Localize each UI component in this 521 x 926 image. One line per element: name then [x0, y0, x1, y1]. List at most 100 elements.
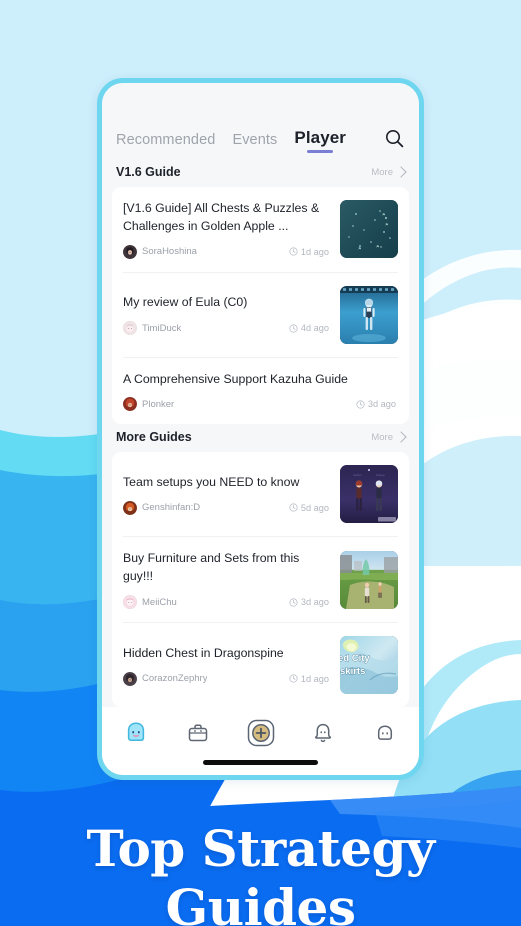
avatar	[123, 244, 137, 259]
guide-time-label: 4d ago	[300, 323, 329, 334]
section-title: V1.6 Guide	[116, 165, 181, 179]
add-plus-icon	[247, 719, 274, 746]
guide-meta: Plonker 3d ago	[123, 397, 398, 412]
guide-author: Genshinfan:D	[142, 502, 201, 514]
phone-screen: Recommended Events Player V1.6 Guide Mor…	[102, 83, 419, 775]
guide-meta: MeiiChu 3d ago	[123, 595, 331, 610]
guide-thumbnail[interactable]: ed City skirts	[340, 636, 398, 695]
section-header-more-guides: More Guides More	[102, 424, 419, 452]
list-item-content: Team setups you NEED to know Genshinfan:…	[123, 474, 331, 515]
profile-ghost-icon	[377, 725, 393, 740]
list-item[interactable]: Team setups you NEED to know Genshinfan:…	[123, 452, 398, 538]
list-item[interactable]: Buy Furniture and Sets from this guy!!!	[123, 537, 398, 624]
clock-icon	[289, 323, 298, 333]
active-tab-underline	[307, 149, 334, 153]
svg-text:Kaeya: Kaeya	[376, 473, 385, 477]
guide-author: SoraHoshina	[142, 246, 197, 258]
guide-card-v16: [V1.6 Guide] All Chests & Puzzles & Chal…	[112, 187, 409, 425]
avatar	[123, 397, 137, 412]
guide-title: Hidden Chest in Dragonspine	[123, 645, 284, 660]
guide-meta: CorazonZephry 1d ago	[123, 671, 331, 686]
section-header-v16-guide: V1.6 Guide More	[102, 159, 419, 187]
clock-icon	[356, 400, 365, 409]
tab-events[interactable]: Events	[232, 132, 277, 153]
avatar	[123, 671, 137, 686]
guide-thumbnail[interactable]: ⚑ ⚑ ⚑ ⚑	[340, 200, 398, 259]
guide-title: A Comprehensive Support Kazuha Guide	[123, 371, 348, 386]
list-item-content: [V1.6 Guide] All Chests & Puzzles & Chal…	[123, 200, 331, 259]
nav-item-add[interactable]	[245, 717, 277, 749]
list-item[interactable]: A Comprehensive Support Kazuha Guide Plo…	[123, 358, 398, 425]
tab-events-label: Events	[232, 132, 278, 148]
bottom-navigation-bar	[102, 707, 419, 751]
guide-meta: SoraHoshina 1d ago	[123, 244, 331, 259]
guide-timestamp: 3d ago	[356, 399, 398, 409]
svg-text:⚑: ⚑	[358, 246, 362, 251]
guide-thumbnail[interactable]: Aether Kaeya	[340, 465, 398, 524]
section-more-link[interactable]: More	[371, 431, 407, 443]
guide-time-label: 3d ago	[300, 597, 329, 608]
list-item-content: My review of Eula (C0) TimiDuck 4d ago	[123, 294, 331, 336]
top-tab-bar: Recommended Events Player	[102, 83, 419, 159]
guide-author: CorazonZephry	[142, 673, 208, 685]
tab-player[interactable]: Player	[294, 128, 346, 153]
home-indicator	[203, 760, 318, 765]
tab-player-label: Player	[294, 128, 347, 147]
guide-author: TimiDuck	[142, 322, 182, 334]
section-more-link[interactable]: More	[371, 165, 407, 178]
search-icon[interactable]	[383, 127, 405, 149]
guide-timestamp: 4d ago	[289, 323, 331, 333]
guide-title: My review of Eula (C0)	[123, 295, 248, 310]
promo-banner: Top Strategy Guides	[0, 795, 521, 926]
avatar	[123, 321, 137, 336]
nav-item-toolbox[interactable]	[182, 717, 214, 749]
section-more-label: More	[371, 166, 393, 178]
banner-headline: Top Strategy Guides	[86, 819, 435, 926]
guide-meta: TimiDuck 4d ago	[123, 321, 331, 336]
svg-text:⚑: ⚑	[385, 222, 389, 227]
nav-item-home[interactable]	[120, 717, 152, 749]
avatar	[123, 595, 137, 610]
guide-title: [V1.6 Guide] All Chests & Puzzles & Chal…	[123, 201, 320, 233]
clock-icon	[289, 247, 298, 256]
screenshot-stage: Recommended Events Player V1.6 Guide Mor…	[0, 0, 521, 926]
tab-recommended-label: Recommended	[116, 132, 216, 148]
svg-text:ed City: ed City	[340, 653, 370, 664]
guide-time-label: 5d ago	[300, 502, 329, 513]
guide-time-label: 1d ago	[300, 246, 329, 257]
svg-text:⚑: ⚑	[382, 212, 386, 217]
guide-timestamp: 1d ago	[289, 674, 331, 684]
nav-item-profile[interactable]	[369, 717, 401, 749]
guide-timestamp: 5d ago	[289, 503, 331, 513]
list-item-content: Hidden Chest in Dragonspine CorazonZephr…	[123, 645, 331, 686]
section-more-label: More	[371, 431, 393, 443]
avatar	[123, 500, 137, 515]
nav-item-notifications[interactable]	[307, 717, 339, 749]
list-item-content: A Comprehensive Support Kazuha Guide Plo…	[123, 371, 398, 412]
guide-timestamp: 3d ago	[289, 597, 331, 607]
guide-author: Plonker	[142, 398, 175, 410]
section-title: More Guides	[116, 430, 192, 445]
guide-thumbnail[interactable]	[340, 285, 398, 344]
guide-time-label: 3d ago	[367, 399, 396, 410]
svg-text:⚑: ⚑	[376, 244, 380, 249]
list-item[interactable]: My review of Eula (C0) TimiDuck 4d ago	[123, 273, 398, 358]
list-item[interactable]: Hidden Chest in Dragonspine CorazonZephr…	[123, 623, 398, 707]
guide-title: Buy Furniture and Sets from this guy!!!	[123, 551, 300, 584]
chevron-right-icon	[395, 165, 407, 178]
bell-icon	[314, 723, 331, 742]
svg-text:skirts: skirts	[340, 666, 365, 677]
home-ghost-icon	[127, 722, 145, 741]
guide-meta: Genshinfan:D 5d ago	[123, 500, 331, 515]
clock-icon	[289, 674, 298, 683]
guide-timestamp: 1d ago	[289, 247, 331, 257]
phone-frame: Recommended Events Player V1.6 Guide Mor…	[97, 78, 424, 780]
guide-thumbnail[interactable]	[340, 550, 398, 609]
guide-title: Team setups you NEED to know	[123, 475, 300, 490]
clock-icon	[289, 598, 298, 607]
chevron-right-icon	[395, 431, 407, 443]
svg-text:Aether: Aether	[353, 473, 362, 477]
list-item[interactable]: [V1.6 Guide] All Chests & Puzzles & Chal…	[123, 187, 398, 273]
clock-icon	[289, 503, 298, 512]
tab-recommended[interactable]: Recommended	[116, 132, 215, 153]
